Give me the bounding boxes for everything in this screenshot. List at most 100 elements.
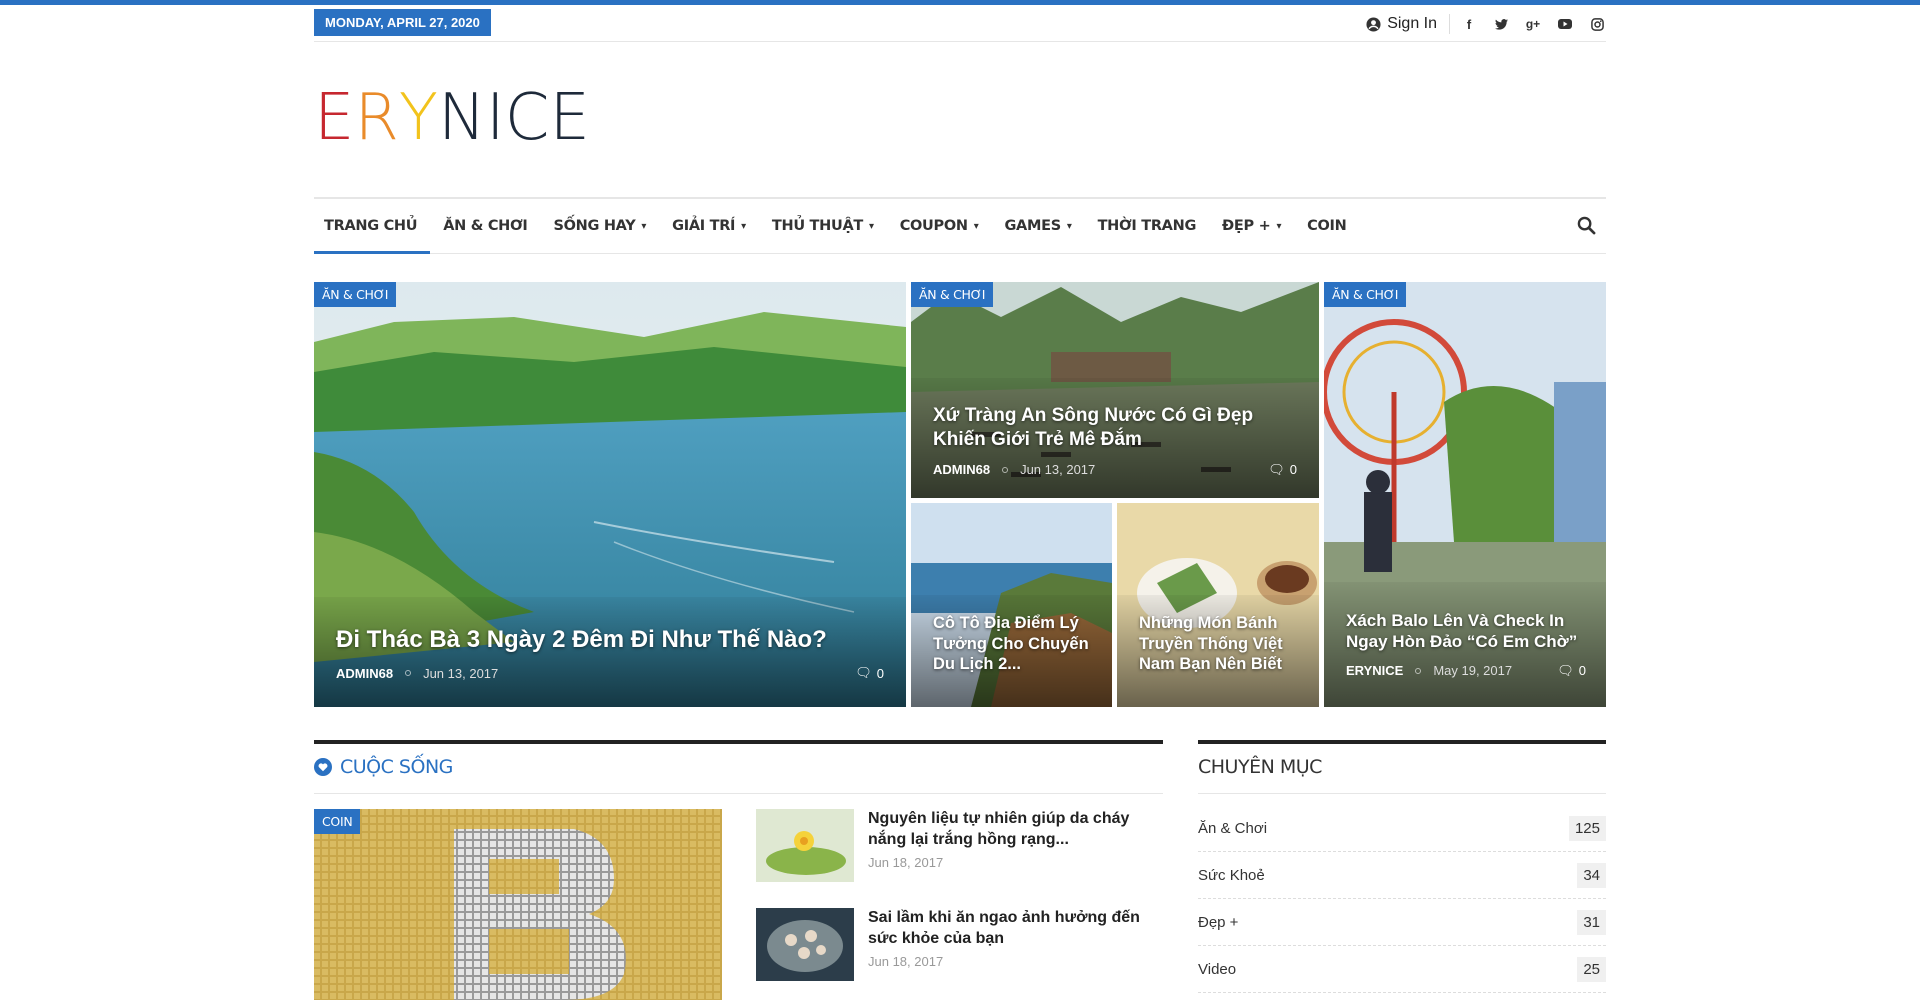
nav-item-2[interactable]: SỐNG HAY ▾	[540, 199, 659, 253]
category-row[interactable]: Video 25	[1198, 947, 1606, 993]
date-badge: MONDAY, APRIL 27, 2020	[314, 9, 491, 36]
main-navigation: TRANG CHỦ ĂN & CHƠI SỐNG HAY ▾ GIẢI TRÍ ▾ THỦ …	[314, 197, 1606, 254]
hero-small-post-1[interactable]: Cô Tô Địa Điểm Lý Tưởng Cho Chuyến Du Lị…	[911, 503, 1112, 707]
google-plus-icon[interactable]: g+	[1524, 15, 1542, 33]
hero-right-meta: ERYNICE May 19, 2017 🗨 0	[1346, 663, 1586, 679]
section-feature-post[interactable]: COIN	[314, 809, 722, 1000]
instagram-icon[interactable]	[1588, 15, 1606, 33]
nav-item-7[interactable]: THỜI TRANG	[1085, 199, 1209, 253]
hero-top-mid-date: Jun 13, 2017	[1020, 462, 1096, 477]
nav-menu: TRANG CHỦ ĂN & CHƠI SỐNG HAY ▾ GIẢI TRÍ ▾ THỦ …	[314, 199, 1606, 254]
category-count: 125	[1568, 816, 1606, 841]
list-item-title[interactable]: Nguyên liệu tự nhiên giúp da cháy nắng l…	[868, 809, 1158, 851]
sidebar-divider	[1198, 793, 1606, 794]
hero-top-mid-meta: ADMIN68 Jun 13, 2017 🗨 0	[933, 462, 1297, 478]
category-name: Sức Khoẻ	[1198, 867, 1265, 884]
category-count: 25	[1577, 957, 1606, 982]
hero-right-title[interactable]: Xách Balo Lên Và Check In Ngay Hòn Đảo “…	[1346, 610, 1586, 653]
sidebar-heading: CHUYÊN MỤC	[1198, 756, 1322, 778]
hero-main-title[interactable]: Đi Thác Bà 3 Ngày 2 Đêm Đi Như Thế Nào?	[336, 625, 884, 655]
nav-item-3[interactable]: GIẢI TRÍ ▾	[659, 199, 759, 253]
chevron-down-icon: ▾	[1066, 220, 1072, 232]
nav-item-1[interactable]: ĂN & CHƠI	[430, 199, 540, 253]
hero-top-mid-overlay: Xứ Tràng An Sông Nước Có Gì Đẹp Khiến Gi…	[911, 378, 1319, 498]
facebook-icon[interactable]: f	[1460, 15, 1478, 33]
list-item-thumbnail	[756, 809, 854, 882]
hero-main-comments[interactable]: 🗨 0	[855, 665, 884, 681]
hero-right-post[interactable]: ĂN & CHƠI Xách Balo Lên Và Check In Ngay…	[1324, 282, 1606, 707]
sign-in-link[interactable]: Sign In	[1366, 14, 1450, 34]
nav-item-label: ĐẸP +	[1222, 218, 1271, 234]
list-item[interactable]: Sai lầm khi ăn ngao ảnh hưởng đến sức kh…	[756, 908, 1158, 981]
category-row[interactable]: Đẹp + 31	[1198, 900, 1606, 946]
twitter-icon[interactable]	[1492, 15, 1510, 33]
nav-item-8[interactable]: ĐẸP + ▾	[1209, 199, 1294, 253]
hero-small-2-overlay: Những Món Bánh Truyền Thống Việt Nam Bạn…	[1117, 595, 1319, 707]
hero-top-mid-title[interactable]: Xứ Tràng An Sông Nước Có Gì Đẹp Khiến Gi…	[933, 404, 1297, 452]
sign-in-label: Sign In	[1387, 15, 1437, 32]
comment-count: 0	[1578, 663, 1586, 678]
hero-main-date: Jun 13, 2017	[423, 665, 499, 681]
hero-right-category[interactable]: ĂN & CHƠI	[1324, 282, 1407, 307]
comment-icon: 🗨	[1557, 662, 1574, 678]
hero-top-mid-category[interactable]: ĂN & CHƠI	[911, 282, 994, 307]
nav-item-0[interactable]: TRANG CHỦ	[314, 199, 431, 254]
hero-small-1-title[interactable]: Cô Tô Địa Điểm Lý Tưởng Cho Chuyến Du Lị…	[933, 613, 1094, 675]
section-heading[interactable]: CUỘC SỐNG	[314, 756, 453, 778]
comment-count: 0	[876, 665, 884, 681]
user-icon	[1366, 16, 1381, 32]
hero-main-category[interactable]: ĂN & CHƠI	[314, 282, 397, 307]
nav-item-label: COIN	[1307, 218, 1347, 234]
comment-icon: 🗨	[855, 665, 872, 680]
site-logo[interactable]: ERYNICE	[314, 86, 590, 150]
hero-right-comments[interactable]: 🗨 0	[1557, 663, 1586, 679]
hero-right-date: May 19, 2017	[1433, 663, 1513, 678]
section-feature-category[interactable]: COIN	[314, 809, 361, 834]
list-item-thumbnail	[756, 908, 854, 981]
hero-small-post-2[interactable]: Những Món Bánh Truyền Thống Việt Nam Bạn…	[1117, 503, 1319, 707]
list-item-title[interactable]: Sai lầm khi ăn ngao ảnh hưởng đến sức kh…	[868, 908, 1158, 950]
youtube-icon[interactable]	[1556, 15, 1574, 33]
hero-right-author[interactable]: ERYNICE	[1346, 663, 1403, 678]
chevron-down-icon: ▾	[641, 220, 647, 232]
chevron-down-icon: ▾	[868, 220, 874, 232]
category-row[interactable]: Ăn & Chơi 125	[1198, 806, 1606, 852]
nav-item-label: TRANG CHỦ	[324, 218, 418, 234]
hero-top-mid-author[interactable]: ADMIN68	[933, 462, 990, 477]
nav-item-label: THỜI TRANG	[1097, 218, 1197, 234]
nav-item-5[interactable]: COUPON ▾	[887, 199, 992, 253]
chevron-down-icon: ▾	[973, 220, 979, 232]
hero-small-1-overlay: Cô Tô Địa Điểm Lý Tưởng Cho Chuyến Du Lị…	[911, 595, 1112, 707]
nav-item-label: ĂN & CHƠI	[443, 218, 528, 234]
category-row[interactable]: Sức Khoẻ 34	[1198, 853, 1606, 899]
hero-small-2-title[interactable]: Những Món Bánh Truyền Thống Việt Nam Bạn…	[1139, 613, 1303, 675]
nav-item-label: THỦ THUẬT	[771, 218, 863, 234]
hero-top-mid-comments[interactable]: 🗨 0	[1268, 462, 1297, 478]
top-right-links: Sign In f g+	[1366, 11, 1606, 37]
heart-icon	[314, 758, 332, 776]
section-divider	[314, 793, 1163, 794]
nav-item-label: SỐNG HAY	[553, 218, 636, 234]
meta-dot	[405, 670, 412, 676]
sidebar-title: CHUYÊN MỤC	[1198, 756, 1322, 778]
chevron-down-icon: ▾	[1276, 220, 1282, 232]
bitcoin-image	[314, 809, 722, 1000]
nav-item-6[interactable]: GAMES ▾	[991, 199, 1084, 253]
category-name: Đẹp +	[1198, 914, 1239, 931]
hero-main-post[interactable]: ĂN & CHƠI Đi Thác Bà 3 Ngày 2 Đêm Đi Như…	[314, 282, 906, 707]
hero-main-overlay: Đi Thác Bà 3 Ngày 2 Đêm Đi Như Thế Nào? …	[314, 597, 906, 707]
sidebar-top-bar	[1198, 740, 1606, 744]
section-top-bar	[314, 740, 1163, 744]
meta-dot	[1415, 667, 1422, 674]
comment-count: 0	[1289, 462, 1297, 477]
category-name: Video	[1198, 961, 1237, 978]
chevron-down-icon: ▾	[741, 220, 746, 232]
nav-item-4[interactable]: THỦ THUẬT ▾	[759, 199, 887, 253]
list-item[interactable]: Nguyên liệu tự nhiên giúp da cháy nắng l…	[756, 809, 1158, 882]
nav-item-label: GIẢI TRÍ	[672, 218, 736, 234]
hero-top-mid-post[interactable]: ĂN & CHƠI Xứ Tràng An Sông Nước Có Gì Đẹ…	[911, 282, 1319, 498]
nav-item-9[interactable]: COIN	[1294, 199, 1359, 253]
hero-main-author[interactable]: ADMIN68	[336, 666, 393, 681]
section-title: CUỘC SỐNG	[340, 756, 453, 778]
search-icon[interactable]	[1577, 216, 1596, 235]
